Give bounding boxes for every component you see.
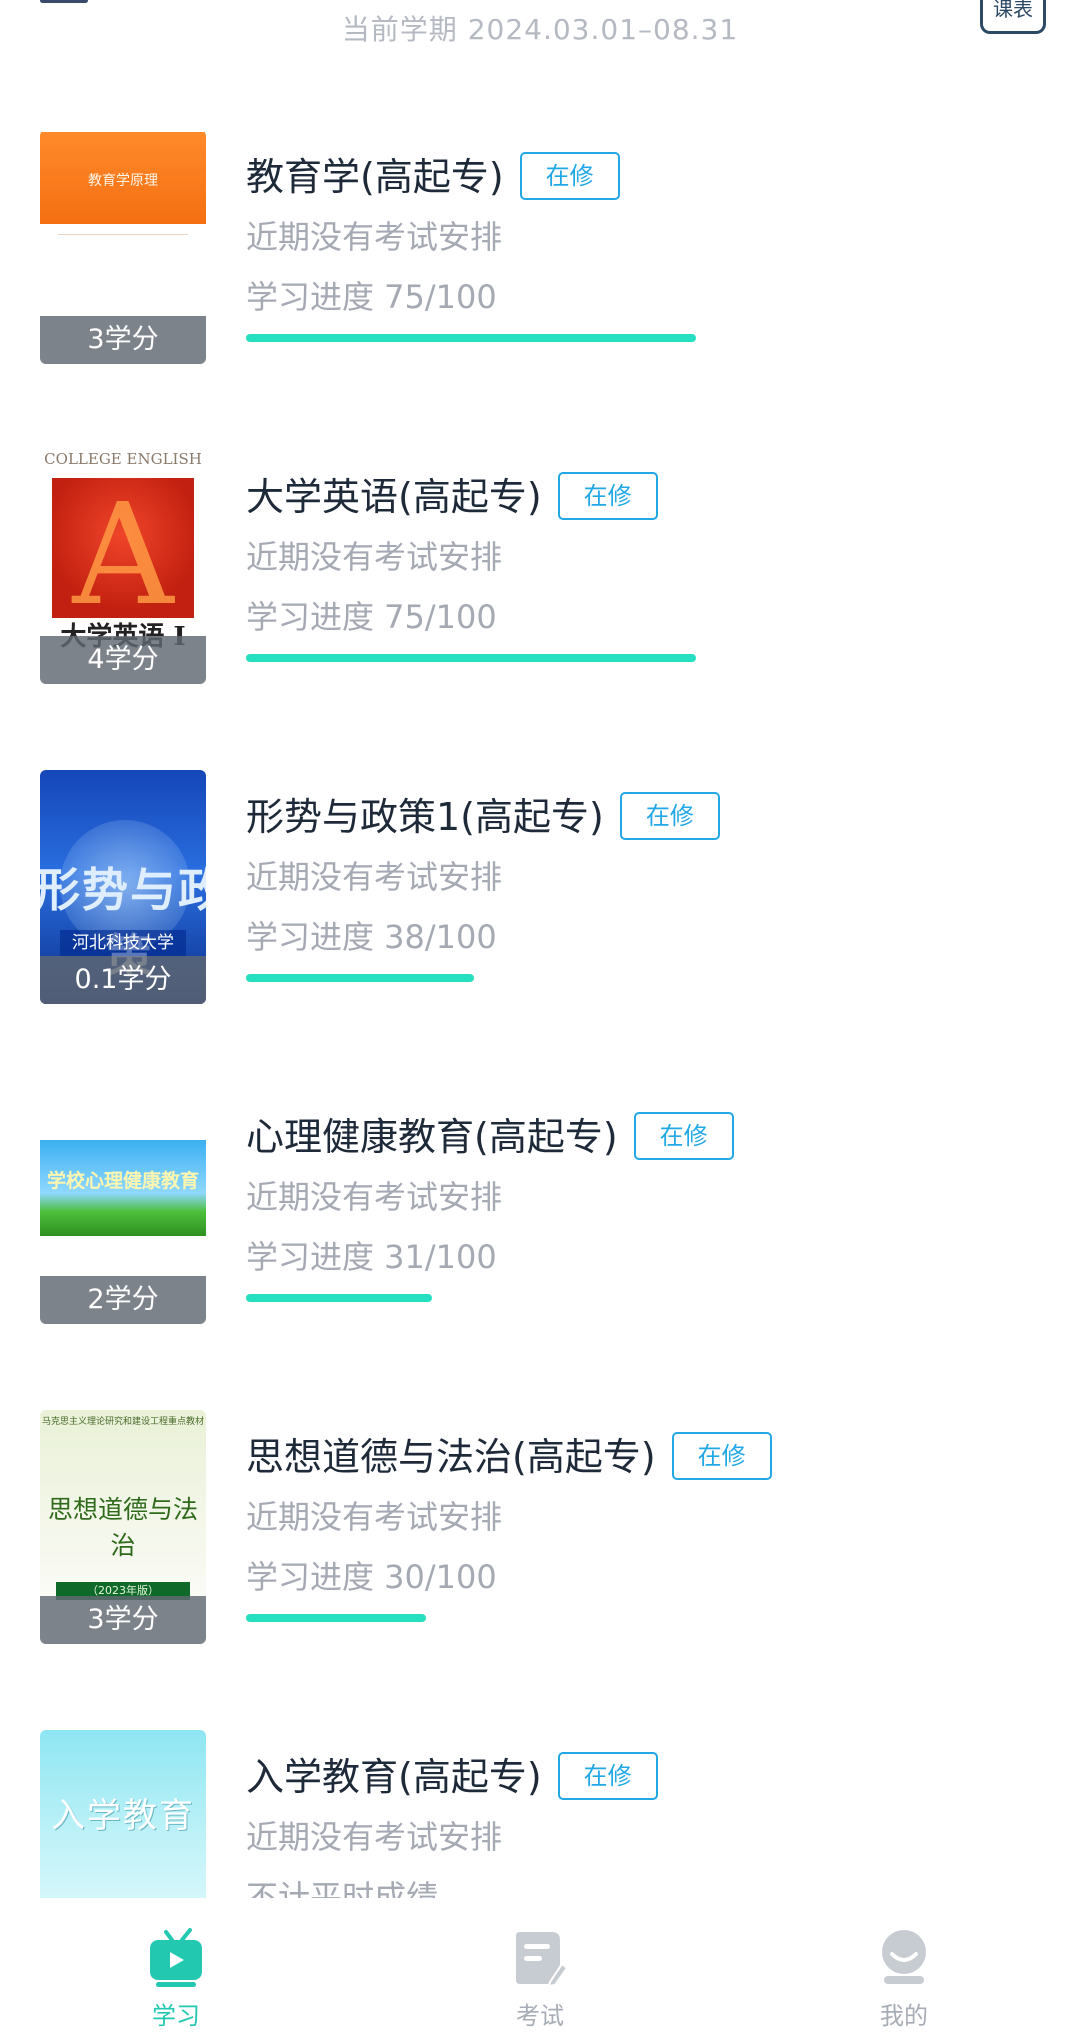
course-card[interactable]: 马克思主义理论研究和建设工程重点教材 思想道德与法治 （2023年版） 3学分 … [0,1410,1080,1660]
course-title: 大学英语(高起专) 在修 [246,466,658,524]
progress-text: 学习进度 31/100 [246,1238,497,1276]
cover-top-text: 马克思主义理论研究和建设工程重点教材 [41,1417,204,1427]
tab-label: 学习 [152,2002,200,2030]
course-cover: 形势与政策 河北科技大学 0.1学分 [40,770,206,1004]
current-semester: 当前学期 2024.03.01–08.31 [341,13,739,46]
progress-text: 学习进度 75/100 [246,278,497,316]
status-tag: 在修 [671,1431,772,1480]
cover-title: 思想道德与法治 [47,1495,198,1560]
course-name-text: 教育学(高起专) [246,155,504,199]
course-name-text: 形势与政策1(高起专) [246,795,604,839]
course-card[interactable]: 教育学原理 3学分 教育学(高起专) 在修 近期没有考试安排 学习进度 75/10… [0,130,1080,380]
cover-title: 学校心理健康教育 [46,1170,199,1192]
bottom-tab-bar: 学习 考试 我的 [0,1898,1080,2038]
cover-title: COLLEGE ENGLISH [44,450,202,468]
exam-info: 近期没有考试安排 [246,218,503,256]
exam-paper-icon [516,1932,568,1988]
progress-bar [246,654,846,662]
course-name-text: 入学教育(高起专) [246,1755,542,1799]
cover-title: 教育学原理 [88,173,158,189]
tab-label: 我的 [880,2002,928,2030]
course-name-text: 思想道德与法治(高起专) [246,1435,656,1479]
progress-fill [246,654,696,662]
course-cover: 马克思主义理论研究和建设工程重点教材 思想道德与法治 （2023年版） 3学分 [40,1410,206,1644]
course-title: 入学教育(高起专) 在修 [246,1746,658,1804]
progress-fill [246,1614,426,1622]
tab-study[interactable]: 学习 [76,1918,276,2030]
status-tag: 在修 [519,151,620,200]
credit-badge: 2学分 [40,1276,206,1324]
course-name-text: 大学英语(高起专) [246,475,542,519]
exam-info: 近期没有考试安排 [246,1178,503,1216]
progress-text: 学习进度 75/100 [246,598,497,636]
course-title: 形势与政策1(高起专) 在修 [246,786,720,844]
progress-text: 学习进度 30/100 [246,1558,497,1596]
progress-bar [246,1614,846,1622]
progress-text: 学习进度 38/100 [246,918,497,956]
tab-exam[interactable]: 考试 [440,1918,640,2030]
progress-bar [246,334,846,342]
credit-badge: 3学分 [40,1596,206,1644]
course-card[interactable]: 学校心理健康教育 2学分 心理健康教育(高起专) 在修 近期没有考试安排 学习进度… [0,1090,1080,1340]
credit-badge: 4学分 [40,636,206,684]
menu-icon [40,0,88,3]
progress-fill [246,1294,432,1302]
timetable-button[interactable]: 课表 [980,0,1046,34]
tab-me[interactable]: 我的 [804,1918,1004,2030]
profile-icon [882,1930,926,1984]
progress-bar [246,974,846,982]
tv-play-icon [150,1928,202,1987]
course-cover: COLLEGE ENGLISH A 大学英语 I 4学分 [40,450,206,684]
course-cover: 教育学原理 3学分 [40,130,206,364]
progress-fill [246,974,474,982]
exam-info: 近期没有考试安排 [246,538,503,576]
status-tag: 在修 [557,1751,658,1800]
cover-title: 入学教育 [51,1796,195,1836]
exam-info: 近期没有考试安排 [246,1498,503,1536]
course-cover: 入学教育 [40,1730,206,1910]
course-title: 教育学(高起专) 在修 [246,146,620,204]
progress-bar [246,1294,846,1302]
course-name-text: 心理健康教育(高起专) [246,1115,618,1159]
status-tag: 在修 [557,471,658,520]
exam-info: 近期没有考试安排 [246,1818,503,1856]
exam-info: 近期没有考试安排 [246,858,503,896]
status-tag: 在修 [619,791,720,840]
cover-rule [58,234,188,240]
cover-letter: A [72,474,174,637]
top-bar: 当前学期 2024.03.01–08.31 课表 [0,0,1080,60]
course-title: 心理健康教育(高起专) 在修 [246,1106,734,1164]
tab-label: 考试 [516,2002,564,2030]
course-title: 思想道德与法治(高起专) 在修 [246,1426,772,1484]
status-tag: 在修 [633,1111,734,1160]
course-card[interactable]: 形势与政策 河北科技大学 0.1学分 形势与政策1(高起专) 在修 近期没有考试安… [0,770,1080,1020]
cover-subtitle: 河北科技大学 [60,930,186,956]
progress-fill [246,334,696,342]
credit-badge: 0.1学分 [40,956,206,1004]
app-screen: 当前学期 2024.03.01–08.31 课表 教育学原理 3学分 教育学(高… [0,0,1080,2038]
credit-badge: 3学分 [40,316,206,364]
course-card[interactable]: COLLEGE ENGLISH A 大学英语 I 4学分 大学英语(高起专) 在修… [0,450,1080,700]
course-cover: 学校心理健康教育 2学分 [40,1090,206,1324]
